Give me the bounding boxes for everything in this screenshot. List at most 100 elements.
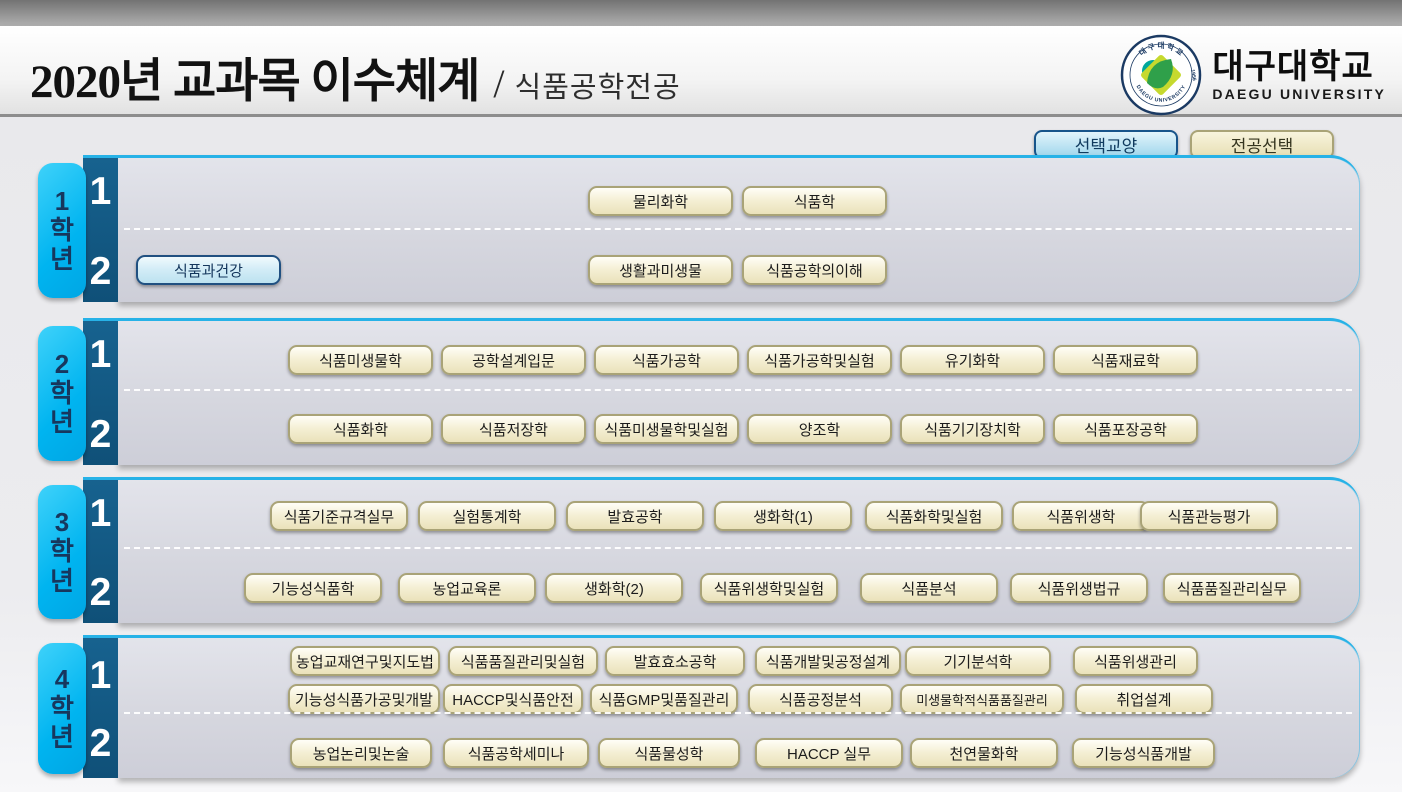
course-button[interactable]: 식품공정분석 [748,684,893,714]
course-button[interactable]: 공학설계입문 [441,345,586,375]
year-4-tab: 4학년 [38,643,86,774]
year-1-tab-char: 년 [50,245,74,274]
year-3-tab-char: 학 [50,537,74,566]
year-3-panel: 식품기준규격실무 실험통계학 발효공학 생화학(1) 식품화학및실험 식품위생학식품관능평… [118,477,1360,623]
course-button[interactable]: HACCP및식품안전 [443,684,583,714]
course-button[interactable]: 식품품질관리및실험 [448,646,598,676]
page-title: 2020년 교과목 이수체계 [30,56,479,108]
course-button[interactable]: 생화학(2) [545,573,683,603]
course-button[interactable]: 식품기준규격실무 [270,501,408,531]
course-button[interactable]: 발효공학 [566,501,704,531]
year-4-tab-char: 년 [50,723,74,752]
course-button[interactable]: 유기화학 [900,345,1045,375]
course-button[interactable]: 식품가공학및실험 [747,345,892,375]
year-1-section: 물리화학식품학식품과건강생활과미생물식품공학의이해121학년 [0,155,1402,302]
semester-1-label: 1 [83,654,118,698]
course-button[interactable]: 식품학 [742,186,887,216]
semester-divider [124,389,1352,391]
university-name-en: DAEGU UNIVERSITY [1212,87,1386,101]
course-button[interactable]: 발효효소공학 [605,646,745,676]
year-3-section: 식품기준규격실무 실험통계학 발효공학 생화학(1) 식품화학및실험 식품위생학식품관능평… [0,477,1402,623]
course-button[interactable]: 식품미생물학및실험 [594,414,739,444]
semester-1-label: 1 [83,333,118,377]
top-gradient-bar [0,0,1402,26]
slide-header: 2020년 교과목 이수체계 / 식품공학전공 대 구 대 학 교 DAEGU UN… [0,26,1402,117]
course-button[interactable]: 식품화학및실험 [865,501,1003,531]
year-2-panel: 식품미생물학 공학설계입문 식품가공학 식품가공학및실험 유기화학 식품재료학식품화학 식품… [118,318,1360,465]
year-1-tab-char: 학 [50,216,74,245]
course-button[interactable]: 기능성식품학 [244,573,382,603]
course-button[interactable]: 양조학 [747,414,892,444]
year-1-tab-char: 1 [55,187,69,216]
year-4-panel: 농업교재연구및지도법식품품질관리및실험발효효소공학식품개발및공정설계기기분석학식… [118,635,1360,778]
course-button[interactable]: 식품화학 [288,414,433,444]
semester-divider [124,228,1352,230]
course-button[interactable]: 식품가공학 [594,345,739,375]
semester-2-label: 2 [83,413,118,457]
course-button[interactable]: 식품과건강 [136,255,281,285]
course-button[interactable]: 농업논리및논술 [290,738,432,768]
course-button[interactable]: 식품저장학 [441,414,586,444]
year-3-tab: 3학년 [38,485,86,619]
course-button[interactable]: 식품품질관리실무 [1163,573,1301,603]
course-button[interactable]: 농업교육론 [398,573,536,603]
year-2-section: 식품미생물학 공학설계입문 식품가공학 식품가공학및실험 유기화학 식품재료학식품화학 식품… [0,318,1402,465]
course-button[interactable]: 식품위생법규 [1010,573,1148,603]
course-button[interactable]: 식품개발및공정설계 [755,646,901,676]
year-4-tab-char: 학 [50,694,74,723]
course-button[interactable]: 기기분석학 [905,646,1051,676]
course-button[interactable]: 식품위생학 [1012,501,1150,531]
university-name-kr: 대구대학교 [1212,50,1386,84]
university-seal-icon: 대 구 대 학 교 DAEGU UNIVERSITY 1956 [1120,34,1202,116]
year-2-tab: 2학년 [38,326,86,461]
year-2-tab-char: 2 [55,350,69,379]
university-name-block: 대구대학교 DAEGU UNIVERSITY [1212,50,1386,101]
course-button[interactable]: 식품포장공학 [1053,414,1198,444]
course-button[interactable]: 천연물화학 [910,738,1058,768]
year-3-tab-char: 년 [50,567,74,596]
course-button[interactable]: 식품미생물학 [288,345,433,375]
year-2-tab-char: 학 [50,379,74,408]
course-button[interactable]: 생화학(1) [714,501,852,531]
semester-1-label: 1 [83,492,118,536]
course-button[interactable]: 식품재료학 [1053,345,1198,375]
year-2-semester-column: 12 [83,318,118,465]
semester-2-label: 2 [83,250,118,294]
course-button[interactable]: 식품GMP및품질관리 [590,684,738,714]
university-logo: 대 구 대 학 교 DAEGU UNIVERSITY 1956 대구대학교 DA… [1120,34,1386,116]
year-1-tab: 1학년 [38,163,86,298]
course-button[interactable]: 식품물성학 [598,738,740,768]
title-block: 2020년 교과목 이수체계 / 식품공학전공 [30,42,681,111]
course-button[interactable]: 취업설계 [1075,684,1213,714]
course-button[interactable]: 식품기기장치학 [900,414,1045,444]
course-button[interactable]: 식품위생학및실험 [700,573,838,603]
semester-2-label: 2 [83,571,118,615]
course-button[interactable]: 식품관능평가 [1140,501,1278,531]
semester-1-label: 1 [83,170,118,214]
course-button[interactable]: HACCP 실무 [755,738,903,768]
year-1-semester-column: 12 [83,155,118,302]
year-3-semester-column: 12 [83,477,118,623]
course-button[interactable]: 실험통계학 [418,501,556,531]
semester-2-label: 2 [83,722,118,766]
course-button[interactable]: 농업교재연구및지도법 [290,646,440,676]
year-4-section: 농업교재연구및지도법식품품질관리및실험발효효소공학식품개발및공정설계기기분석학식… [0,635,1402,778]
course-button[interactable]: 식품공학의이해 [742,255,887,285]
year-2-tab-char: 년 [50,408,74,437]
year-4-tab-char: 4 [55,665,69,694]
course-button[interactable]: 미생물학적식품품질관리 [900,684,1064,714]
course-button[interactable]: 기능성식품가공및개발 [288,684,440,714]
course-button[interactable]: 생활과미생물 [588,255,733,285]
course-button[interactable]: 기능성식품개발 [1072,738,1215,768]
title-separator: / [493,61,504,106]
curriculum-canvas: 선택교양 전공선택 물리화학식품학식품과건강생활과미생물식품공학의이해121학년… [0,117,1402,792]
year-3-tab-char: 3 [55,508,69,537]
course-button[interactable]: 물리화학 [588,186,733,216]
year-4-semester-column: 12 [83,635,118,778]
semester-divider [124,712,1352,714]
course-button[interactable]: 식품분석 [860,573,998,603]
semester-divider [124,547,1352,549]
course-button[interactable]: 식품공학세미나 [443,738,589,768]
course-button[interactable]: 식품위생관리 [1073,646,1198,676]
page-subtitle: 식품공학전공 [515,72,681,104]
